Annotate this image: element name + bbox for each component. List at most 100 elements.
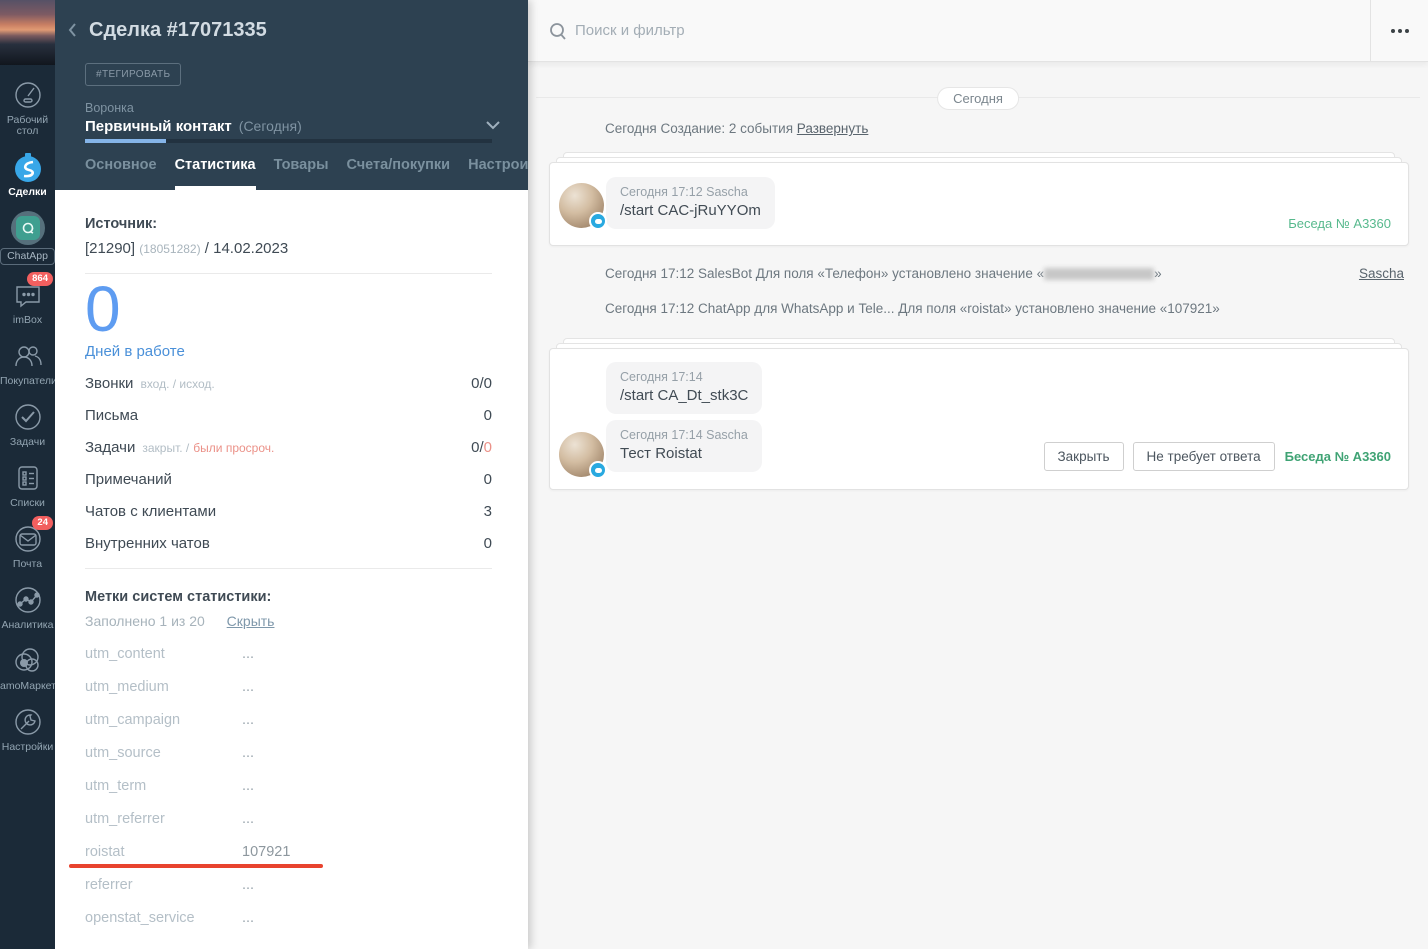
stat-label: Задачи xyxy=(85,439,135,456)
sidebar-item-settings[interactable]: Настройки xyxy=(0,705,55,753)
message-card[interactable]: Сегодня 17:12 Sascha /start CAC-jRuYYOm … xyxy=(549,162,1409,246)
stat-row-internal-chats: Внутренних чатов 0 xyxy=(85,535,492,552)
close-button[interactable]: Закрыть xyxy=(1044,442,1124,471)
marks-row-utm-medium: utm_medium ... xyxy=(85,679,492,695)
marks-value: ... xyxy=(242,877,254,893)
message-meta: Сегодня 17:14 xyxy=(620,370,748,384)
marks-heading: Метки систем статистики: xyxy=(85,589,492,605)
dashboard-icon xyxy=(11,78,45,112)
search-icon xyxy=(549,22,567,40)
tab-statistics[interactable]: Статистика xyxy=(175,157,256,190)
deals-icon xyxy=(11,150,45,184)
stat-row-client-chats: Чатов с клиентами 3 xyxy=(85,503,492,520)
stat-value: 0 xyxy=(484,407,492,424)
conversation-link[interactable]: Беседа № А3360 xyxy=(1288,216,1391,231)
feed-searchbar xyxy=(528,0,1428,62)
source-line: [21290] (18051282) / 14.02.2023 xyxy=(85,240,492,257)
sidebar-item-mail[interactable]: 24 Почта xyxy=(0,522,55,570)
marks-label: utm_source xyxy=(85,745,242,761)
source-id: [21290] xyxy=(85,240,135,257)
marks-filled-line: Заполнено 1 из 20 Скрыть xyxy=(85,613,492,629)
settings-icon xyxy=(11,705,45,739)
message-card-stack: Сегодня 17:12 Sascha /start CAC-jRuYYOm … xyxy=(549,152,1409,246)
marks-value: ... xyxy=(242,778,254,794)
message-bubble: Сегодня 17:14 /start CA_Dt_stk3C xyxy=(606,362,762,414)
sidebar-item-tasks[interactable]: Задачи xyxy=(0,400,55,448)
sidebar-item-label: amoМаркет xyxy=(0,681,55,692)
tab-customize[interactable]: Настроить xyxy=(468,157,528,190)
source-heading: Источник: xyxy=(85,216,492,232)
sidebar-item-label: imBox xyxy=(0,315,55,326)
stage-selector[interactable]: Первичный контакт (Сегодня) xyxy=(85,117,500,135)
marks-row-utm-campaign: utm_campaign ... xyxy=(85,712,492,728)
stat-label: Письма xyxy=(85,407,138,424)
stat-label: Примечаний xyxy=(85,471,172,488)
no-reply-needed-button[interactable]: Не требует ответа xyxy=(1133,442,1275,471)
tab-main[interactable]: Основное xyxy=(85,157,157,190)
date-pill[interactable]: Сегодня xyxy=(937,87,1019,110)
source-date: 14.02.2023 xyxy=(213,240,288,257)
statistics-content: Источник: [21290] (18051282) / 14.02.202… xyxy=(55,190,528,949)
marks-value: ... xyxy=(242,646,254,662)
sidebar-item-buyers[interactable]: Покупатели xyxy=(0,339,55,387)
marks-row-roistat: roistat 107921 xyxy=(85,844,492,860)
stat-label: Звонки xyxy=(85,375,133,392)
tab-products[interactable]: Товары xyxy=(274,157,329,190)
sidebar-item-imbox[interactable]: 864 imBox xyxy=(0,278,55,326)
blurred-phone-value xyxy=(1044,268,1154,280)
sidebar-item-label: ChatApp xyxy=(0,248,55,265)
sidebar-item-label: Покупатели xyxy=(0,376,55,387)
feed-menu-dots-icon[interactable] xyxy=(1371,29,1428,33)
chatapp-icon xyxy=(11,211,45,245)
marks-label: roistat xyxy=(85,844,242,860)
event-text: Сегодня 17:12 ChatApp для WhatsApp и Tel… xyxy=(605,301,1220,316)
marks-row-utm-source: utm_source ... xyxy=(85,745,492,761)
conversation-link[interactable]: Беседа № А3360 xyxy=(1285,449,1391,464)
event-text-close: » xyxy=(1154,266,1162,281)
message-card[interactable]: Сегодня 17:14 /start CA_Dt_stk3C Сегодня… xyxy=(549,348,1409,490)
roistat-highlight-underline xyxy=(69,864,323,868)
expand-link[interactable]: Развернуть xyxy=(797,121,869,136)
marks-row-utm-referrer: utm_referrer ... xyxy=(85,811,492,827)
marks-value: 107921 xyxy=(242,844,290,860)
back-icon[interactable] xyxy=(67,18,85,42)
search-input[interactable] xyxy=(575,22,1370,39)
sidebar-item-deals[interactable]: Сделки xyxy=(0,150,55,198)
tag-button[interactable]: #ТЕГИРОВАТЬ xyxy=(85,63,181,86)
message-actions: Закрыть Не требует ответа Беседа № А3360 xyxy=(1035,442,1391,471)
marks-hide-link[interactable]: Скрыть xyxy=(227,613,275,629)
stat-value: 3 xyxy=(484,503,492,520)
sidebar-item-desktop[interactable]: Рабочий стол xyxy=(0,78,55,137)
funnel-label: Воронка xyxy=(85,101,134,115)
event-text: Сегодня 17:12 SalesBot Для поля «Телефон… xyxy=(605,266,1044,281)
events-group-text: Сегодня Создание: 2 события xyxy=(605,121,793,136)
sidebar-item-label: Задачи xyxy=(0,437,55,448)
sidebar-item-analytics[interactable]: Аналитика xyxy=(0,583,55,631)
message-meta: Сегодня 17:14 Sascha xyxy=(620,428,748,442)
tab-invoices[interactable]: Счета/покупки xyxy=(346,157,450,190)
account-photo[interactable] xyxy=(0,0,55,65)
deal-menu-dots-icon[interactable] xyxy=(508,24,512,36)
stat-value: 0 xyxy=(484,471,492,488)
sidebar-item-lists[interactable]: Списки xyxy=(0,461,55,509)
user-link[interactable]: Sascha xyxy=(1359,266,1404,281)
deal-panel: Сделка #17071335 #ТЕГИРОВАТЬ Воронка Пер… xyxy=(55,0,528,949)
stage-progress-bar xyxy=(85,139,492,143)
message-card-stack: Сегодня 17:14 /start CA_Dt_stk3C Сегодня… xyxy=(549,338,1409,490)
marks-row-utm-content: utm_content ... xyxy=(85,646,492,662)
buyers-icon xyxy=(11,339,45,373)
message-meta: Сегодня 17:12 Sascha xyxy=(620,185,761,199)
sidebar-item-label: Сделки xyxy=(0,187,55,198)
marks-label: utm_referrer xyxy=(85,811,242,827)
marks-value: ... xyxy=(242,712,254,728)
chevron-down-icon xyxy=(486,117,500,135)
sidebar-item-amomarket[interactable]: amoМаркет xyxy=(0,644,55,692)
sidebar-item-chatapp[interactable]: ChatApp xyxy=(0,211,55,265)
marks-label: utm_content xyxy=(85,646,242,662)
sidebar-item-label: Рабочий стол xyxy=(0,115,55,137)
stat-sublabel-overdue: были просроч. xyxy=(193,441,274,455)
marks-label: referrer xyxy=(85,877,242,893)
message-bubble: Сегодня 17:12 Sascha /start CAC-jRuYYOm xyxy=(606,177,775,229)
stage-name: Первичный контакт xyxy=(85,118,232,135)
marks-value: ... xyxy=(242,679,254,695)
